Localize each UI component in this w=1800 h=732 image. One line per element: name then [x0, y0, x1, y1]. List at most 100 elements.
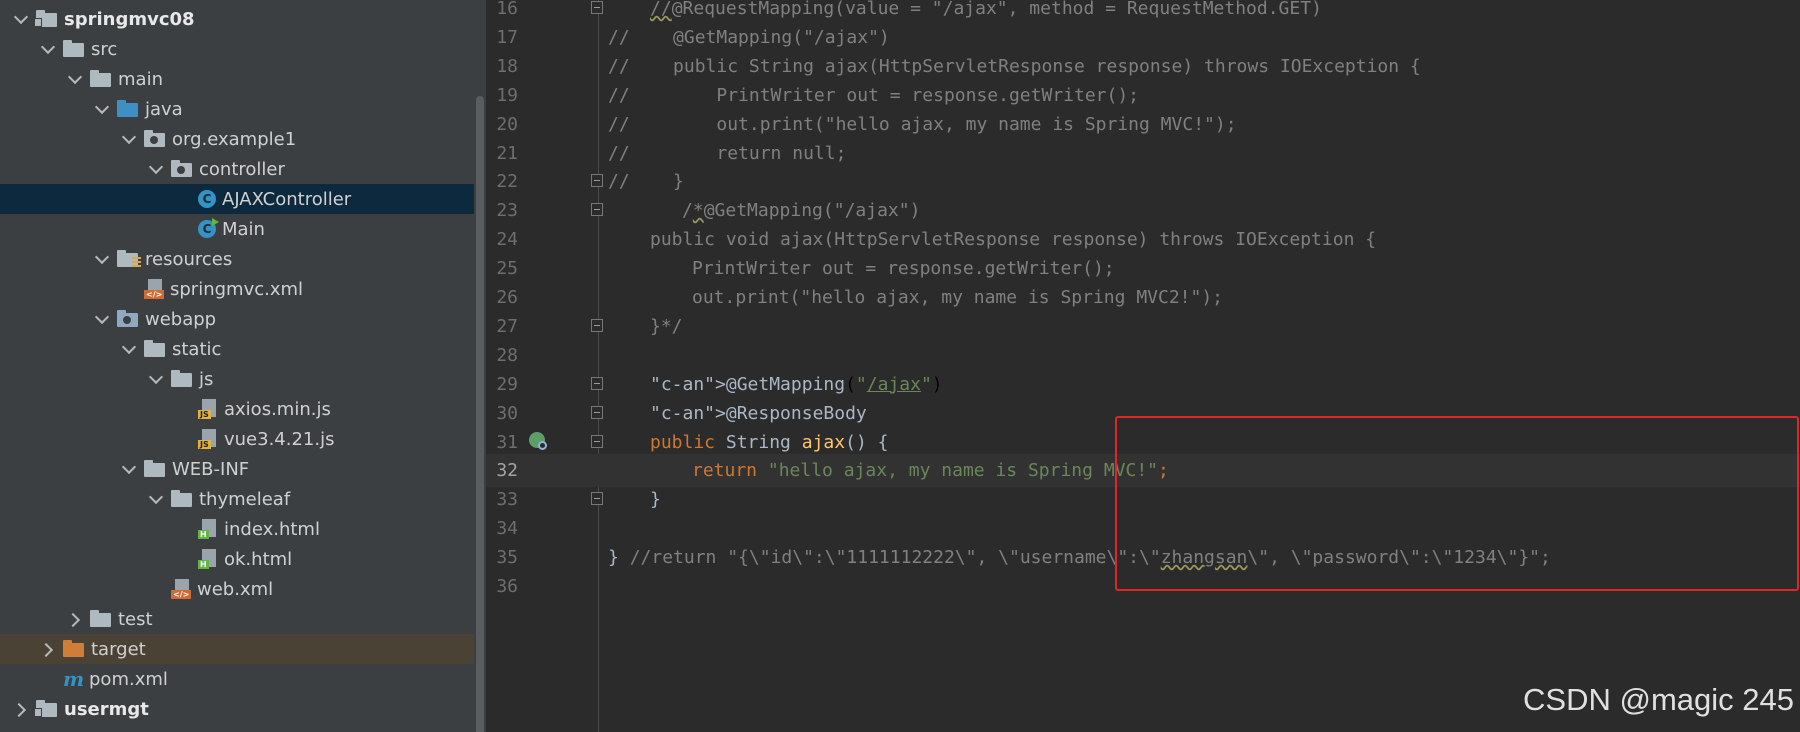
tree-item[interactable]: m pom.xml: [0, 664, 474, 694]
tree-item-label: axios.min.js: [224, 398, 331, 420]
tree-item[interactable]: main: [0, 64, 474, 94]
main-class-icon: C: [198, 218, 219, 238]
tree-item[interactable]: static: [0, 334, 474, 364]
resources-folder-icon: [117, 250, 141, 268]
tree-item-label: index.html: [224, 518, 320, 540]
tree-item-label: src: [91, 38, 118, 60]
tree-item[interactable]: js: [0, 364, 474, 394]
tree-item[interactable]: JS axios.min.js: [0, 394, 474, 424]
fold-marker-icon[interactable]: [591, 1, 603, 14]
fold-marker-icon[interactable]: [591, 492, 603, 506]
tree-item[interactable]: JS vue3.4.21.js: [0, 424, 474, 454]
folder-icon: [63, 40, 85, 58]
xml-file-icon: </>: [144, 279, 165, 299]
js-file-icon: JS: [198, 429, 218, 449]
tree-item-label: webapp: [145, 308, 217, 330]
xml-file-icon: </>: [171, 579, 192, 599]
tree-item-label: ok.html: [224, 548, 293, 570]
html-file-icon: H: [198, 549, 218, 569]
html-file-icon: H: [198, 519, 218, 539]
line-number[interactable]: 36: [486, 570, 518, 603]
chevron-right-icon[interactable]: [41, 642, 55, 656]
tree-item[interactable]: controller: [0, 154, 474, 184]
tree-item-label: vue3.4.21.js: [224, 428, 335, 450]
tree-item[interactable]: resources: [0, 244, 474, 274]
code-line[interactable]: 36: [486, 570, 1800, 603]
chevron-down-icon[interactable]: [95, 252, 109, 266]
chevron-down-icon[interactable]: [68, 72, 82, 86]
tree-item-label: springmvc.xml: [170, 278, 304, 300]
tree-item-label: js: [199, 368, 214, 390]
tree-item-label: target: [91, 638, 146, 660]
tree-item-label: controller: [199, 158, 285, 180]
tree-item-label: pom.xml: [89, 668, 168, 690]
tree-item[interactable]: C AJAXController: [0, 184, 474, 214]
tree-item-label: java: [145, 98, 183, 120]
chevron-down-icon[interactable]: [95, 312, 109, 326]
fold-marker-icon[interactable]: [591, 174, 603, 188]
tree-item-label: web.xml: [197, 578, 274, 600]
source-folder-icon: [117, 100, 139, 118]
chevron-down-icon[interactable]: [122, 462, 136, 476]
folder-icon: [144, 460, 166, 478]
fold-marker-icon[interactable]: [591, 405, 603, 419]
module-folder-icon: [34, 700, 58, 718]
tree-item-label: usermgt: [64, 698, 149, 720]
tree-item-label: static: [172, 338, 222, 360]
tree-item[interactable]: Hindex.html: [0, 514, 474, 544]
tree-item[interactable]: src: [0, 34, 474, 64]
tree-item[interactable]: WEB-INF: [0, 454, 474, 484]
chevron-right-icon[interactable]: [14, 702, 28, 716]
fold-marker-icon[interactable]: [591, 434, 603, 448]
tree-item-label: AJAXController: [222, 188, 352, 210]
tree-item-label: main: [118, 68, 163, 90]
module-folder-icon: [34, 10, 58, 28]
tree-item-label: springmvc08: [64, 8, 195, 30]
chevron-right-icon[interactable]: [68, 612, 82, 626]
fold-marker-icon[interactable]: [591, 203, 603, 217]
watermark: CSDN @magic 245: [1523, 682, 1794, 717]
tree-item[interactable]: java: [0, 94, 474, 124]
project-tree-panel[interactable]: springmvc08 src main java org.example1 contro…: [0, 0, 486, 732]
excluded-folder-icon: [63, 640, 85, 658]
chevron-down-icon[interactable]: [149, 162, 163, 176]
fold-marker-icon[interactable]: [591, 376, 603, 390]
folder-icon: [144, 340, 166, 358]
web-folder-icon: [117, 310, 139, 328]
tree-item[interactable]: org.example1: [0, 124, 474, 154]
chevron-down-icon[interactable]: [149, 372, 163, 386]
chevron-down-icon[interactable]: [122, 132, 136, 146]
tree-item[interactable]: </> web.xml: [0, 574, 474, 604]
java-class-icon: C: [198, 190, 216, 208]
tree-item-label: org.example1: [172, 128, 297, 150]
tree-item[interactable]: thymeleaf: [0, 484, 474, 514]
fold-marker-icon[interactable]: [591, 318, 603, 332]
tree-item[interactable]: Hok.html: [0, 544, 474, 574]
folder-icon: [90, 70, 112, 88]
tree-item[interactable]: test: [0, 604, 474, 634]
tree-item[interactable]: </> springmvc.xml: [0, 274, 474, 304]
tree-item-label: test: [118, 608, 153, 630]
tree-item[interactable]: C Main: [0, 214, 474, 244]
folder-icon: [171, 490, 193, 508]
tree-item[interactable]: target: [0, 634, 474, 664]
tree-scrollbar-thumb[interactable]: [476, 96, 484, 732]
maven-icon: m: [63, 667, 85, 691]
chevron-down-icon[interactable]: [41, 42, 55, 56]
js-file-icon: JS: [198, 399, 218, 419]
tree-item[interactable]: springmvc08: [0, 4, 474, 34]
code-editor[interactable]: 16//@RequestMapping(value = "/ajax", met…: [486, 0, 1800, 732]
chevron-down-icon[interactable]: [149, 492, 163, 506]
endpoint-gutter-icon[interactable]: [529, 431, 549, 452]
chevron-down-icon[interactable]: [122, 342, 136, 356]
tree-item[interactable]: usermgt: [0, 694, 474, 724]
tree-item-label: thymeleaf: [199, 488, 291, 510]
tree-item-label: resources: [145, 248, 233, 270]
folder-icon: [171, 370, 193, 388]
tree-item[interactable]: webapp: [0, 304, 474, 334]
tree-item-label: WEB-INF: [172, 458, 250, 480]
chevron-down-icon[interactable]: [95, 102, 109, 116]
tree-item-label: Main: [222, 218, 265, 240]
chevron-down-icon[interactable]: [14, 12, 28, 26]
folder-icon: [90, 610, 112, 628]
